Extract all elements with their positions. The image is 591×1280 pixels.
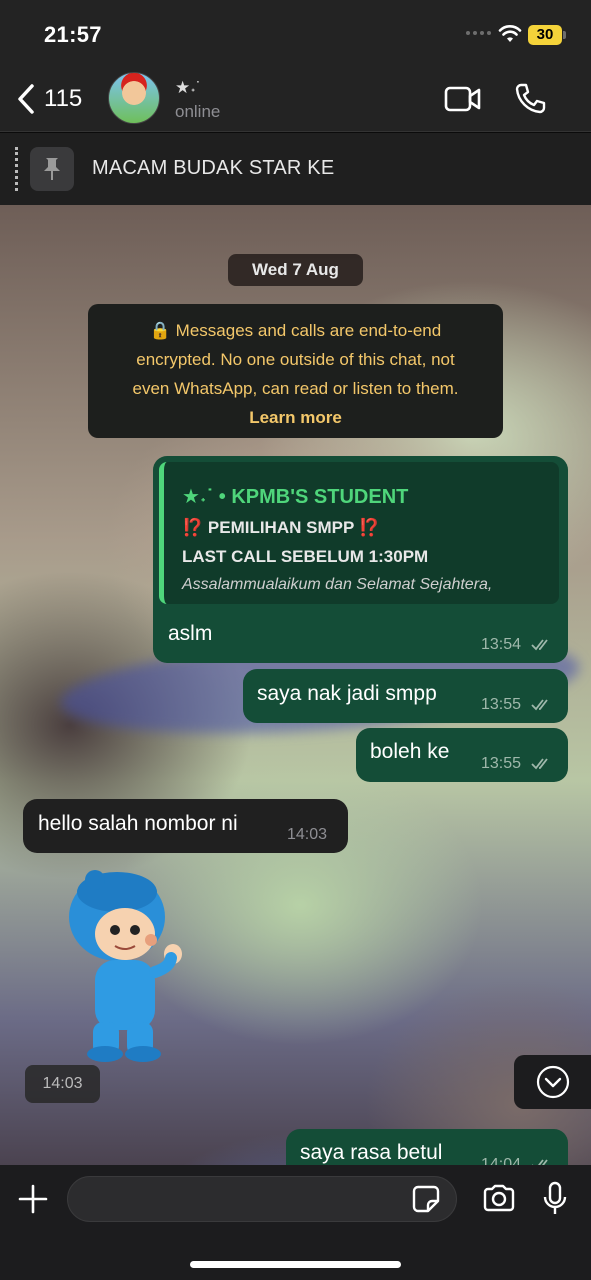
pinned-message-text: MACAM BUDAK STAR KE [92,157,335,179]
message-text: boleh ke [370,740,450,763]
unread-count: 115 [44,85,83,112]
back-button[interactable]: 115 [16,82,82,116]
scroll-to-bottom-button[interactable] [514,1055,591,1109]
message-bubble[interactable]: saya nak jadi smpp 13:55 [243,669,568,723]
message-text: aslm [168,622,213,645]
message-time: 13:54 [481,636,522,653]
cellular-signal-icon [466,31,491,35]
message-bubble[interactable]: hello salah nombor ni 14:03 [23,799,348,853]
message-bubble[interactable]: boleh ke 13:55 [356,728,568,782]
battery-indicator: 30 [528,25,562,45]
message-input[interactable] [67,1176,457,1222]
status-time: 21:57 [44,22,102,47]
message-text: saya rasa betul [300,1141,443,1164]
read-receipt-icon [531,639,548,651]
encryption-notice[interactable]: 🔒 Messages and calls are end-to-end encr… [88,304,503,438]
wifi-icon [498,25,522,42]
avatar[interactable] [108,72,160,124]
plus-icon[interactable] [18,1184,48,1214]
message-bubble[interactable]: ★˖˙ • KPMB'S STUDENT ⁉️ PEMILIHAN SMPP ⁉… [153,456,568,663]
pin-indicator [15,147,18,191]
chevron-down-icon [536,1065,569,1099]
read-receipt-icon [531,699,548,711]
learn-more-link[interactable]: Learn more [102,403,489,432]
encryption-line-2: encrypted. No one outside of this chat, … [136,350,455,369]
video-call-icon[interactable] [444,84,482,114]
phone-icon[interactable] [514,82,546,114]
contact-status: online [175,102,221,121]
pinned-message-bar[interactable]: MACAM BUDAK STAR KE [0,133,591,205]
battery-nub [563,31,566,39]
quoted-sender: ★˖˙ • KPMB'S STUDENT [182,486,409,508]
read-receipt-icon [531,758,548,770]
chat-header: 115 ★˖˙ online [0,68,591,132]
status-bar: 21:57 30 [0,0,591,68]
quoted-line: Assalammualaikum dan Selamat Sejahtera, [182,576,493,593]
home-indicator [190,1261,401,1268]
quoted-message[interactable]: ★˖˙ • KPMB'S STUDENT ⁉️ PEMILIHAN SMPP ⁉… [159,462,559,604]
chevron-left-icon [18,84,34,114]
encryption-line-3: even WhatsApp, can read or listen to the… [132,379,459,398]
pin-icon [30,147,74,191]
message-text: hello salah nombor ni [38,812,238,835]
encryption-line-1: 🔒 Messages and calls are end-to-end [149,321,442,340]
message-time: 14:03 [287,826,328,843]
message-time: 13:55 [481,755,522,772]
quoted-line: ⁉️ PEMILIHAN SMPP ⁉️ [182,518,380,537]
sticker-time: 14:03 [25,1065,100,1103]
camera-icon[interactable] [482,1184,516,1212]
message-text: saya nak jadi smpp [257,682,437,705]
sticker-icon[interactable] [412,1185,440,1213]
microphone-icon[interactable] [542,1181,568,1217]
message-time: 13:55 [481,696,522,713]
quoted-line: LAST CALL SEBELUM 1:30PM [182,547,429,566]
date-separator: Wed 7 Aug [228,254,363,286]
message-input-bar [0,1165,591,1280]
pocoyo-sticker[interactable] [55,862,185,1062]
contact-name[interactable]: ★˖˙ [175,78,202,98]
